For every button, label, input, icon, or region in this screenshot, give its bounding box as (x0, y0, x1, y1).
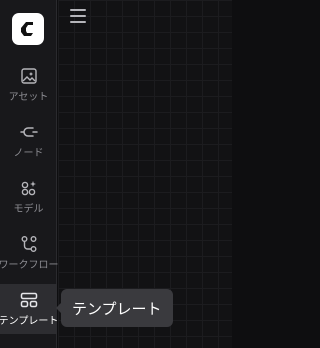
hamburger-bar (70, 15, 86, 17)
sidebar-item-models[interactable]: モデル (0, 178, 57, 226)
workflow-icon (19, 234, 39, 254)
sidebar-item-label: モデル (13, 204, 44, 215)
image-sparkle-icon (19, 66, 39, 86)
sidebar-item-label: アセット (8, 92, 49, 103)
sidebar-item-nodes[interactable]: ノード (0, 122, 57, 170)
hamburger-menu-button[interactable] (70, 9, 86, 23)
app-window: アセット ノード モデル ワークフロー テンプレート テンプレート (0, 0, 232, 348)
hamburger-bar (70, 21, 86, 23)
hamburger-bar (70, 9, 86, 11)
sidebar-item-assets[interactable]: アセット (0, 66, 57, 114)
sidebar-item-workflows[interactable]: ワークフロー (0, 234, 59, 282)
tooltip-text: テンプレート (72, 299, 162, 318)
template-icon (19, 290, 39, 310)
c-logo-icon[interactable] (12, 13, 44, 45)
sidebar-item-templates[interactable]: テンプレート (0, 284, 59, 334)
sidebar-item-label: テンプレート (0, 316, 59, 327)
sidebar-item-label: ワークフロー (0, 260, 59, 271)
sidebar: アセット ノード モデル ワークフロー テンプレート (0, 0, 59, 348)
tooltip: テンプレート (56, 289, 173, 327)
sidebar-item-label: ノード (13, 148, 44, 159)
grid-sparkle-icon (19, 178, 39, 198)
c-logo-glyph (21, 22, 33, 36)
plug-icon (19, 122, 39, 142)
